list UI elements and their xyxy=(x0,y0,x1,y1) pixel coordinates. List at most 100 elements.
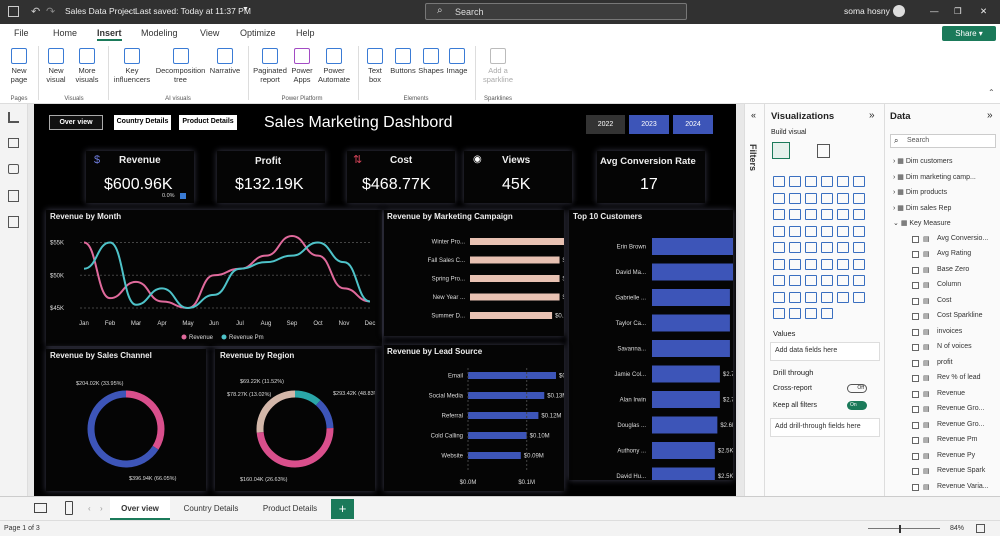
revenue-by-lead-source-card[interactable]: Revenue by Lead Source Email$0.15MSocial… xyxy=(384,345,564,491)
revenue-by-campaign-card[interactable]: Revenue by Marketing Campaign Winter Pro… xyxy=(384,210,564,336)
field-checkbox[interactable] xyxy=(912,344,919,351)
avatar[interactable] xyxy=(893,5,905,17)
add-data-field-well[interactable]: Add data fields here xyxy=(770,342,880,361)
add-drill-field-well[interactable]: Add drill-through fields here xyxy=(770,418,880,437)
visual-type-icon[interactable] xyxy=(853,192,865,204)
minimize-icon[interactable]: — xyxy=(930,6,939,16)
model-view-icon[interactable] xyxy=(8,164,19,174)
visual-type-icon[interactable] xyxy=(773,209,785,220)
field-checkbox[interactable] xyxy=(912,359,919,367)
data-table-item[interactable]: › ▦ Dim customers xyxy=(893,157,953,165)
visual-type-icon[interactable] xyxy=(789,308,801,319)
measure-field[interactable]: Revenue xyxy=(937,390,965,397)
measure-field[interactable]: Base Zero xyxy=(937,266,969,273)
menu-view[interactable]: View xyxy=(200,28,219,38)
search-box[interactable]: ⌕ Search xyxy=(425,3,687,20)
visual-type-icon[interactable] xyxy=(789,242,801,253)
measure-field[interactable]: Revenue Py xyxy=(937,452,975,459)
kpi-revenue-card[interactable]: $ Revenue $600.96K 0.0% xyxy=(86,151,194,203)
measure-field[interactable]: Cost xyxy=(937,297,951,304)
keep-filters-toggle[interactable]: On xyxy=(847,401,867,410)
expand-icon[interactable]: » xyxy=(987,110,993,121)
visual-type-icon[interactable] xyxy=(789,209,801,220)
decomposition-tree-button[interactable]: Decomposition tree xyxy=(153,48,208,84)
field-checkbox[interactable] xyxy=(912,282,919,289)
visual-type-icon[interactable] xyxy=(773,258,785,270)
page-tab-product-details[interactable]: Product Details xyxy=(252,497,328,521)
dax-query-icon[interactable] xyxy=(8,190,19,202)
menu-help[interactable]: Help xyxy=(296,28,315,38)
measure-field[interactable]: profit xyxy=(937,359,953,366)
measure-field[interactable]: Revenue Spark xyxy=(937,467,985,474)
visual-type-icon[interactable] xyxy=(837,258,849,270)
report-view-icon[interactable] xyxy=(8,112,19,123)
field-checkbox[interactable] xyxy=(912,328,919,336)
field-checkbox[interactable] xyxy=(912,251,919,258)
visual-type-icon[interactable] xyxy=(805,258,817,270)
measure-field[interactable]: Column xyxy=(937,281,961,288)
menu-home[interactable]: Home xyxy=(53,28,77,38)
visual-type-icon[interactable] xyxy=(773,291,785,303)
image-button[interactable]: Image xyxy=(444,48,470,75)
power-apps-button[interactable]: Power Apps xyxy=(289,48,315,84)
visual-type-icon[interactable] xyxy=(821,192,833,204)
filters-pane[interactable]: « Filters xyxy=(744,104,764,496)
tmdl-view-icon[interactable] xyxy=(8,216,19,228)
key-influencers-button[interactable]: Key influencers xyxy=(112,48,152,84)
year-2024-button[interactable]: 2024 xyxy=(673,115,713,134)
measure-field[interactable]: Revenue Varia... xyxy=(937,483,989,490)
visual-type-icon[interactable] xyxy=(805,242,817,253)
field-checkbox[interactable] xyxy=(912,235,919,243)
visual-type-icon[interactable] xyxy=(837,209,849,220)
visual-type-icon[interactable] xyxy=(789,275,801,286)
year-2023-button[interactable]: 2023 xyxy=(629,115,669,134)
visual-type-icon[interactable] xyxy=(837,176,849,187)
measure-field[interactable]: Rev % of lead xyxy=(937,374,981,381)
collapse-icon[interactable]: « xyxy=(751,110,756,120)
app-grid-icon[interactable] xyxy=(8,6,19,17)
prev-page-icon[interactable]: ‹ xyxy=(88,504,91,513)
visual-type-icon[interactable] xyxy=(821,291,833,303)
visual-type-icon[interactable] xyxy=(821,258,833,270)
filters-label[interactable]: Filters xyxy=(748,144,758,171)
undo-icon[interactable]: ↶ xyxy=(31,5,40,18)
data-search[interactable]: ⌕ Search xyxy=(890,134,996,148)
menu-optimize[interactable]: Optimize xyxy=(240,28,276,38)
close-icon[interactable]: ✕ xyxy=(980,6,987,17)
kpi-cost-card[interactable]: ⇅ Cost $468.77K xyxy=(347,151,455,203)
narrative-button[interactable]: Narrative xyxy=(208,48,242,75)
new-page-button[interactable]: New page xyxy=(4,48,34,84)
build-visual-icon[interactable] xyxy=(772,142,790,159)
measure-field[interactable]: Cost Sparkline xyxy=(937,312,983,319)
visual-type-icon[interactable] xyxy=(773,275,785,286)
data-table-item[interactable]: › ▦ Dim products xyxy=(893,188,947,196)
visual-type-icon[interactable] xyxy=(821,209,833,220)
menu-insert[interactable]: Insert xyxy=(97,28,122,41)
data-table-item[interactable]: › ▦ Dim sales Rep xyxy=(893,204,951,212)
visual-type-icon[interactable] xyxy=(789,258,801,270)
measure-field[interactable]: Avg Conversio... xyxy=(937,235,988,242)
visual-type-icon[interactable] xyxy=(805,225,817,237)
field-checkbox[interactable] xyxy=(912,375,919,382)
new-visual-button[interactable]: New visual xyxy=(42,48,70,84)
measure-field[interactable]: invoices xyxy=(937,328,962,335)
year-2022-button[interactable]: 2022 xyxy=(586,115,625,134)
desktop-layout-icon[interactable] xyxy=(34,503,47,513)
next-page-icon[interactable]: › xyxy=(100,504,103,513)
paginated-report-button[interactable]: Paginated report xyxy=(251,48,289,84)
visual-type-icon[interactable] xyxy=(821,308,833,319)
visual-type-icon[interactable] xyxy=(837,225,849,237)
visual-type-icon[interactable] xyxy=(805,176,817,187)
add-page-button[interactable]: + xyxy=(331,499,354,519)
last-saved[interactable]: Last saved: Today at 11:37 PM xyxy=(135,6,251,16)
maximize-icon[interactable]: ❐ xyxy=(954,6,962,17)
visual-type-icon[interactable] xyxy=(789,192,801,204)
cross-report-toggle[interactable]: Off xyxy=(847,384,867,393)
shapes-button[interactable]: Shapes xyxy=(418,48,444,75)
visual-type-icon[interactable] xyxy=(789,176,801,187)
field-checkbox[interactable] xyxy=(912,297,919,305)
text-box-button[interactable]: Text box xyxy=(362,48,388,84)
nav-over-view-button[interactable]: Over view xyxy=(49,115,103,130)
table-view-icon[interactable] xyxy=(8,138,19,148)
visual-type-icon[interactable] xyxy=(773,192,785,204)
